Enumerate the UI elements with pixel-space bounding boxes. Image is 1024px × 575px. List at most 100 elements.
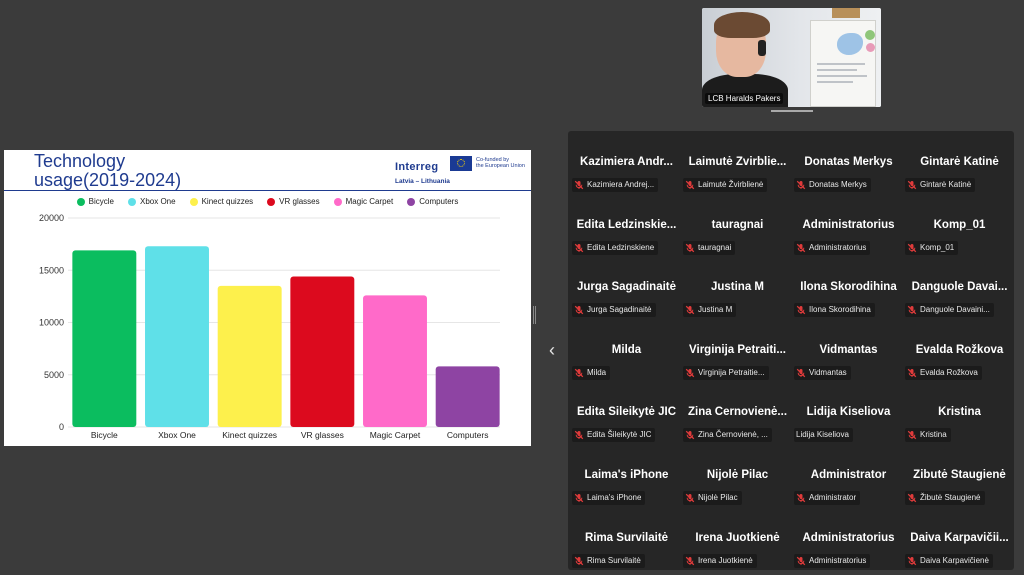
participant-name-tag: Vidmantas (794, 365, 851, 380)
participant-name-tag: Laimutė Žvirblienė (683, 178, 768, 192)
x-tick-label: VR glasses (301, 430, 344, 440)
participant-name-tag: Evalda Rožkova (905, 365, 982, 380)
mic-muted-icon (685, 556, 695, 565)
participant-tile[interactable]: Administratorius Administratorius (793, 202, 904, 265)
legend-label: Bicycle (88, 197, 114, 206)
participant-tile[interactable]: Zina Černovienė... Zina Černovienė, ... (682, 389, 793, 452)
mic-muted-icon (574, 368, 584, 378)
participant-tile[interactable]: Rima Survilaitė Rima Survilaitė (571, 515, 682, 570)
participant-name-tag: Kristina (905, 428, 951, 443)
participant-tag-label: Danguole Davaini... (920, 305, 990, 315)
presenter-video[interactable]: LCB Haralds Pakers (702, 8, 881, 107)
participant-tag-label: Rima Survilaitė (587, 555, 641, 565)
legend-item: Magic Carpet (333, 197, 393, 206)
participant-tag-label: Administratorius (809, 555, 867, 565)
mic-muted-icon (574, 243, 584, 252)
participant-tile[interactable]: Danguole Davai... Danguole Davaini... (904, 264, 1014, 327)
participant-tag-label: Žibutė Staugienė (920, 492, 981, 502)
interreg-logo: Interreg Latvia – Lithuania Co-funded by… (395, 155, 527, 187)
participant-tile[interactable]: Nijolė Pilac Nijolė Pilac (682, 452, 793, 515)
participant-display-name: Irena Juotkienė (695, 531, 780, 544)
participant-tile[interactable]: Lidija Kiseliova Lidija Kiseliova (793, 389, 904, 452)
participant-tag-label: Lidija Kiseliova (796, 430, 849, 440)
participant-tile[interactable]: Ilona Skorodihina Ilona Skorodihina (793, 264, 904, 327)
participant-name-tag: Laima's iPhone (572, 490, 646, 505)
presenter-hair (714, 12, 770, 38)
participant-tile[interactable]: Vidmantas Vidmantas (793, 327, 904, 390)
x-tick-label: Computers (447, 430, 489, 440)
participant-tile[interactable]: Milda Milda (571, 327, 682, 390)
participant-display-name: Jurga Sagadinaitė (576, 281, 677, 294)
chevron-left-icon[interactable]: ‹ (544, 338, 560, 362)
participant-display-name: Laimutė Žvirblie... (688, 156, 787, 168)
x-tick-label: Xbox One (158, 430, 196, 440)
participant-display-name: Administratorius (802, 218, 895, 231)
participant-tile[interactable]: Virginija Petraiti... Virginija Petraitie… (682, 327, 793, 390)
participant-tile[interactable]: Edita Šileikytė JIC Edita Šileikytė JIC (571, 389, 682, 452)
participant-name-tag: Administratorius (794, 553, 871, 568)
participant-display-name: Nijolė Pilac (706, 468, 769, 481)
shared-slide: Technology usage(2019-2024) Interreg Lat… (4, 150, 531, 446)
mic-muted-icon (907, 368, 917, 378)
participant-tile[interactable]: Donatas Merkys Donatas Merkys (793, 139, 904, 202)
participant-tile[interactable]: Komp_01 Komp_01 (904, 202, 1014, 265)
participant-tile[interactable]: Žibutė Staugienė Žibutė Staugienė (904, 452, 1014, 515)
participant-name-tag: Ilona Skorodihina (794, 303, 875, 318)
headset-icon (758, 40, 766, 56)
participant-display-name: Komp_01 (933, 218, 986, 231)
participant-tile[interactable]: Administratorius Administratorius (793, 515, 904, 570)
participant-name-tag: Edita Ledzinskiene (572, 240, 659, 255)
legend-swatch (189, 197, 198, 206)
resize-handle-icon[interactable] (533, 306, 536, 324)
participant-tile[interactable]: Edita Ledzinskie... Edita Ledzinskiene (571, 202, 682, 265)
mic-muted-icon (574, 180, 584, 190)
participant-tile[interactable]: Kristina Kristina (904, 389, 1014, 452)
presenter-drag-bar[interactable] (771, 110, 813, 112)
legend-item: VR glasses (267, 197, 320, 206)
mic-muted-icon (574, 556, 584, 565)
slide-title: Technology usage(2019-2024) (34, 151, 182, 190)
wall-poster (810, 20, 876, 107)
mic-muted-icon (796, 180, 806, 190)
presenter-name-tag: LCB Haralds Pakers (705, 93, 784, 104)
participant-name-tag: Administratorius (794, 240, 871, 255)
participant-tile[interactable]: Jurga Sagadinaitė Jurga Sagadinaitė (571, 264, 682, 327)
legend-item: Kinect quizzes (189, 197, 254, 206)
legend-item: Bicycle (76, 197, 114, 206)
participant-tile[interactable]: Laimutė Žvirblie... Laimutė Žvirblienė (682, 139, 793, 202)
legend-swatch (407, 197, 416, 206)
participant-display-name: Edita Šileikytė JIC (576, 406, 677, 419)
x-tick-label: Magic Carpet (370, 430, 421, 440)
participant-tile[interactable]: Laima's iPhone Laima's iPhone (571, 452, 682, 515)
participant-tile[interactable]: tauragnai tauragnai (682, 202, 793, 265)
participant-name-tag: Justina M (683, 303, 737, 318)
mic-muted-icon (796, 556, 806, 565)
participant-name-tag: Kazimiera Andrej... (572, 178, 659, 192)
participant-display-name: tauragnai (711, 218, 764, 231)
participant-tile[interactable]: Daiva Karpavičiі... Daiva Karpavičienė (904, 515, 1014, 570)
participant-name-tag: Virginija Petraitie... (683, 365, 769, 380)
participant-tile[interactable]: Gintarė Katinė Gintarė Katinė (904, 139, 1014, 202)
participant-tag-label: Kazimiera Andrej... (587, 180, 655, 189)
participant-name-tag: Lidija Kiseliova (794, 428, 853, 443)
y-tick-label: 0 (59, 422, 64, 432)
participant-tag-label: Zina Černovienė, ... (698, 430, 768, 440)
participant-tile[interactable]: Irena Juotkienė Irena Juotkienė (682, 515, 793, 570)
participant-display-name: Administrator (810, 468, 887, 481)
participant-tile[interactable]: Administrator Administrator (793, 452, 904, 515)
participant-name-tag: Zina Černovienė, ... (683, 428, 772, 443)
participant-tag-label: Irena Juotkienė (698, 555, 753, 565)
participant-name-tag: Nijolė Pilac (683, 490, 742, 505)
participant-tile[interactable]: Kazimiera Andr... Kazimiera Andrej... (571, 139, 682, 202)
participant-name-tag: Milda (572, 365, 611, 380)
wall-frame (832, 8, 860, 18)
participant-tag-label: Jurga Sagadinaitė (587, 305, 652, 315)
participant-tile[interactable]: Justina M Justina M (682, 264, 793, 327)
participant-tag-label: Kristina (920, 430, 947, 440)
title-underline (4, 190, 531, 191)
participant-tile[interactable]: Evalda Rožkova Evalda Rožkova (904, 327, 1014, 390)
participant-display-name: Kazimiera Andr... (580, 156, 673, 168)
y-tick-label: 5000 (44, 370, 64, 380)
bar (217, 285, 282, 427)
legend-label: Kinect quizzes (201, 197, 254, 206)
